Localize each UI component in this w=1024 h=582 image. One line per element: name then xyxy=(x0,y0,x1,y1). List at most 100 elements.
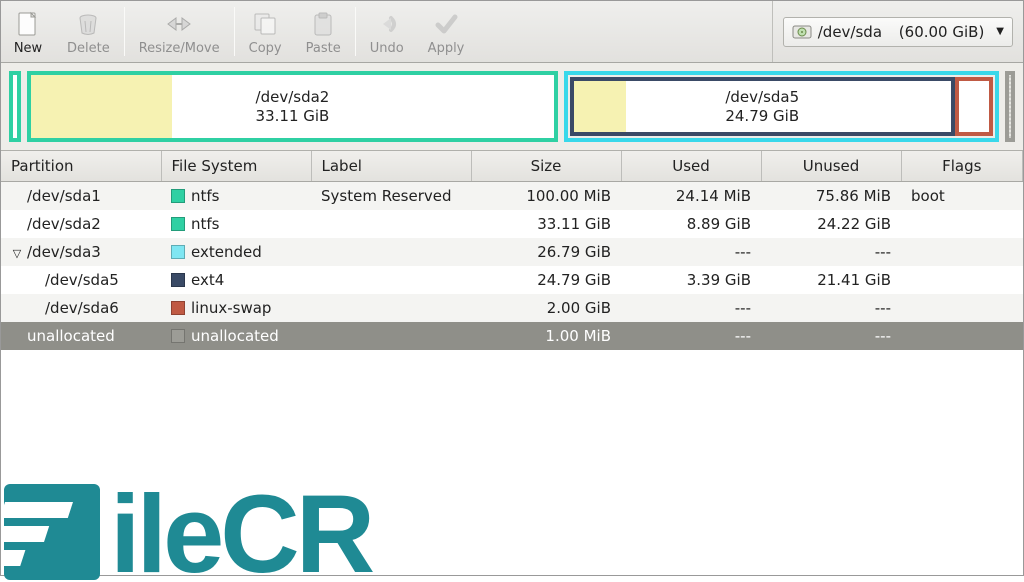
table-row[interactable]: /dev/sda6linux-swap2.00 GiB------ xyxy=(1,294,1023,322)
table-header: Partition File System Label Size Used Un… xyxy=(1,151,1023,182)
partition-table: Partition File System Label Size Used Un… xyxy=(1,151,1023,350)
col-size[interactable]: Size xyxy=(471,151,621,182)
toolbar-separator xyxy=(234,7,235,56)
watermark-logo: ileCR xyxy=(4,462,484,582)
cell-filesystem: ntfs xyxy=(161,210,311,238)
bar-seg-size: 24.79 GiB xyxy=(725,107,799,126)
cell-unused: --- xyxy=(761,294,901,322)
cell-used: --- xyxy=(621,238,761,266)
bar-seg-extended[interactable]: /dev/sda5 24.79 GiB xyxy=(564,71,999,142)
cell-size: 26.79 GiB xyxy=(471,238,621,266)
disk-icon xyxy=(792,22,812,42)
cell-label xyxy=(311,238,471,266)
apply-label: Apply xyxy=(428,41,465,56)
col-flags[interactable]: Flags xyxy=(901,151,1023,182)
cell-unused: --- xyxy=(761,238,901,266)
bar-seg-label: /dev/sda2 xyxy=(256,88,330,107)
toolbar: New Delete Resize/Move Copy Paste xyxy=(1,1,1023,63)
table-row[interactable]: /dev/sda1ntfsSystem Reserved100.00 MiB24… xyxy=(1,182,1023,211)
svg-text:ileCR: ileCR xyxy=(110,473,374,582)
cell-partition: /dev/sda2 xyxy=(1,210,161,238)
cell-partition: /dev/sda6 xyxy=(1,294,161,322)
cell-filesystem: ext4 xyxy=(161,266,311,294)
toolbar-left: New Delete Resize/Move Copy Paste xyxy=(1,1,772,62)
paste-button: Paste xyxy=(294,1,353,62)
cell-flags xyxy=(901,238,1023,266)
cell-flags: boot xyxy=(901,182,1023,211)
col-unused[interactable]: Unused xyxy=(761,151,901,182)
cell-filesystem: unallocated xyxy=(161,322,311,350)
cell-filesystem: linux-swap xyxy=(161,294,311,322)
cell-used: --- xyxy=(621,294,761,322)
partition-bar: /dev/sda2 33.11 GiB /dev/sda5 24.79 GiB xyxy=(1,63,1023,151)
cell-label xyxy=(311,322,471,350)
paste-icon xyxy=(308,9,338,39)
table-row[interactable]: /dev/sda5ext424.79 GiB3.39 GiB21.41 GiB xyxy=(1,266,1023,294)
bar-seg-sda2[interactable]: /dev/sda2 33.11 GiB xyxy=(27,71,558,142)
apply-icon xyxy=(431,9,461,39)
fs-swatch xyxy=(171,217,185,231)
bar-seg-sda5[interactable]: /dev/sda5 24.79 GiB xyxy=(570,77,955,136)
fs-swatch xyxy=(171,189,185,203)
device-path: /dev/sda xyxy=(818,23,882,41)
fs-swatch xyxy=(171,273,185,287)
toolbar-separator xyxy=(355,7,356,56)
cell-flags xyxy=(901,294,1023,322)
cell-label xyxy=(311,210,471,238)
cell-flags xyxy=(901,266,1023,294)
bar-seg-size: 33.11 GiB xyxy=(256,107,330,126)
bar-seg-sda1[interactable] xyxy=(9,71,21,142)
toolbar-separator xyxy=(124,7,125,56)
bar-seg-sda6[interactable] xyxy=(955,77,993,136)
cell-partition: ▽/dev/sda3 xyxy=(1,238,161,266)
device-size: (60.00 GiB) xyxy=(899,23,985,41)
cell-label xyxy=(311,266,471,294)
copy-label: Copy xyxy=(249,41,282,56)
delete-button: Delete xyxy=(55,1,122,62)
cell-used: --- xyxy=(621,322,761,350)
new-label: New xyxy=(14,41,42,56)
cell-filesystem: ntfs xyxy=(161,182,311,211)
col-partition[interactable]: Partition xyxy=(1,151,161,182)
cell-unused: 21.41 GiB xyxy=(761,266,901,294)
undo-icon xyxy=(372,9,402,39)
cell-partition: unallocated xyxy=(1,322,161,350)
delete-label: Delete xyxy=(67,41,110,56)
expander-icon[interactable]: ▽ xyxy=(11,247,23,260)
device-selector-wrap: /dev/sda (60.00 GiB) ▼ xyxy=(772,1,1023,62)
col-filesystem[interactable]: File System xyxy=(161,151,311,182)
cell-partition: /dev/sda1 xyxy=(1,182,161,211)
cell-size: 1.00 MiB xyxy=(471,322,621,350)
cell-filesystem: extended xyxy=(161,238,311,266)
cell-flags xyxy=(901,210,1023,238)
cell-used: 3.39 GiB xyxy=(621,266,761,294)
cell-used: 8.89 GiB xyxy=(621,210,761,238)
cell-size: 33.11 GiB xyxy=(471,210,621,238)
cell-unused: 75.86 MiB xyxy=(761,182,901,211)
bar-seg-unallocated[interactable] xyxy=(1005,71,1015,142)
new-icon xyxy=(13,9,43,39)
table-row[interactable]: /dev/sda2ntfs 33.11 GiB8.89 GiB24.22 GiB xyxy=(1,210,1023,238)
cell-label: System Reserved xyxy=(311,182,471,211)
cell-label xyxy=(311,294,471,322)
new-button[interactable]: New xyxy=(1,1,55,62)
fs-swatch xyxy=(171,329,185,343)
cell-unused: 24.22 GiB xyxy=(761,210,901,238)
resize-label: Resize/Move xyxy=(139,41,220,56)
chevron-down-icon: ▼ xyxy=(996,26,1004,37)
device-selector[interactable]: /dev/sda (60.00 GiB) ▼ xyxy=(783,17,1013,47)
bar-seg-label: /dev/sda5 xyxy=(725,88,799,107)
delete-icon xyxy=(73,9,103,39)
table-row[interactable]: ▽/dev/sda3extended26.79 GiB------ xyxy=(1,238,1023,266)
resize-button: Resize/Move xyxy=(127,1,232,62)
col-used[interactable]: Used xyxy=(621,151,761,182)
table-row[interactable]: unallocatedunallocated1.00 MiB------ xyxy=(1,322,1023,350)
cell-unused: --- xyxy=(761,322,901,350)
cell-size: 100.00 MiB xyxy=(471,182,621,211)
cell-flags xyxy=(901,322,1023,350)
cell-partition: /dev/sda5 xyxy=(1,266,161,294)
cell-used: 24.14 MiB xyxy=(621,182,761,211)
resize-icon xyxy=(164,9,194,39)
cell-size: 2.00 GiB xyxy=(471,294,621,322)
col-label[interactable]: Label xyxy=(311,151,471,182)
